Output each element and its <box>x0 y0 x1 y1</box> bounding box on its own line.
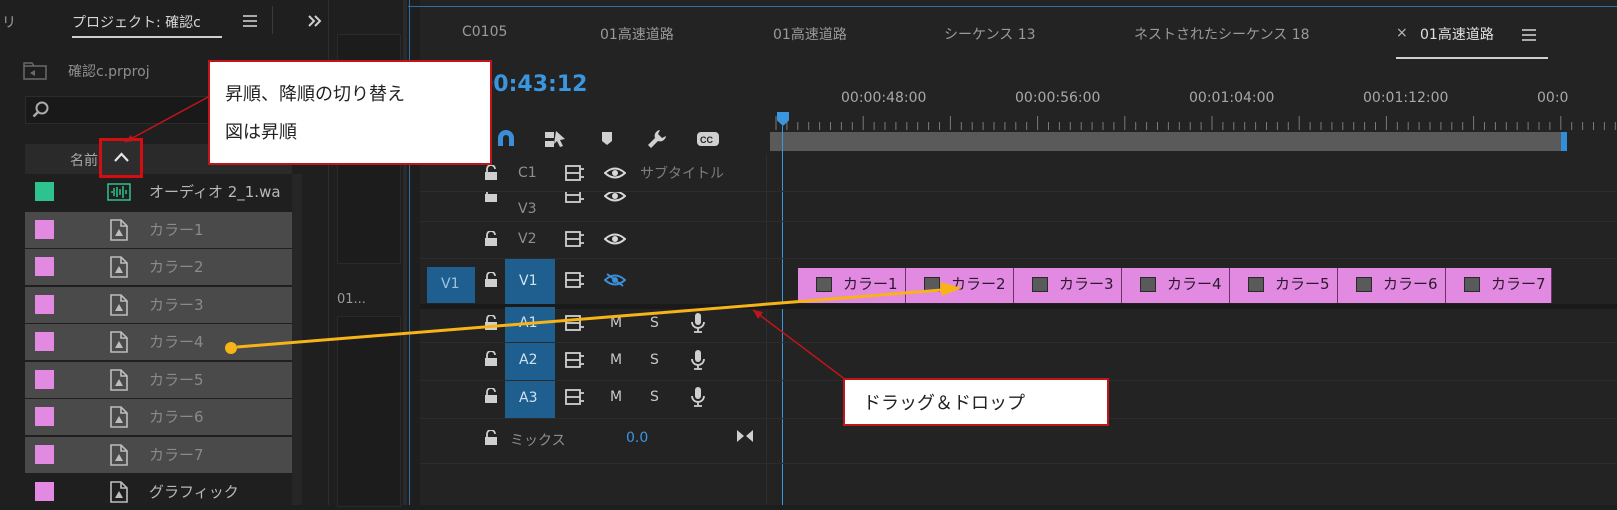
drag-start-dot <box>225 342 237 354</box>
callout-text: 図は昇順 <box>225 122 297 143</box>
sort-callout-pointer <box>124 95 211 143</box>
callout-text: ドラッグ＆ドロップ <box>863 393 1025 414</box>
drag-callout: ドラッグ＆ドロップ <box>843 378 1109 426</box>
sort-callout: 昇順、降順の切り替え 図は昇順 <box>208 60 492 165</box>
callout-text: 昇順、降順の切り替え <box>225 84 405 105</box>
drag-callout-arrowhead <box>753 310 763 319</box>
drag-arrow-line <box>236 288 943 349</box>
drag-arrowhead <box>940 282 962 296</box>
sort-callout-arrowhead <box>125 135 134 142</box>
drag-callout-pointer <box>752 309 851 384</box>
